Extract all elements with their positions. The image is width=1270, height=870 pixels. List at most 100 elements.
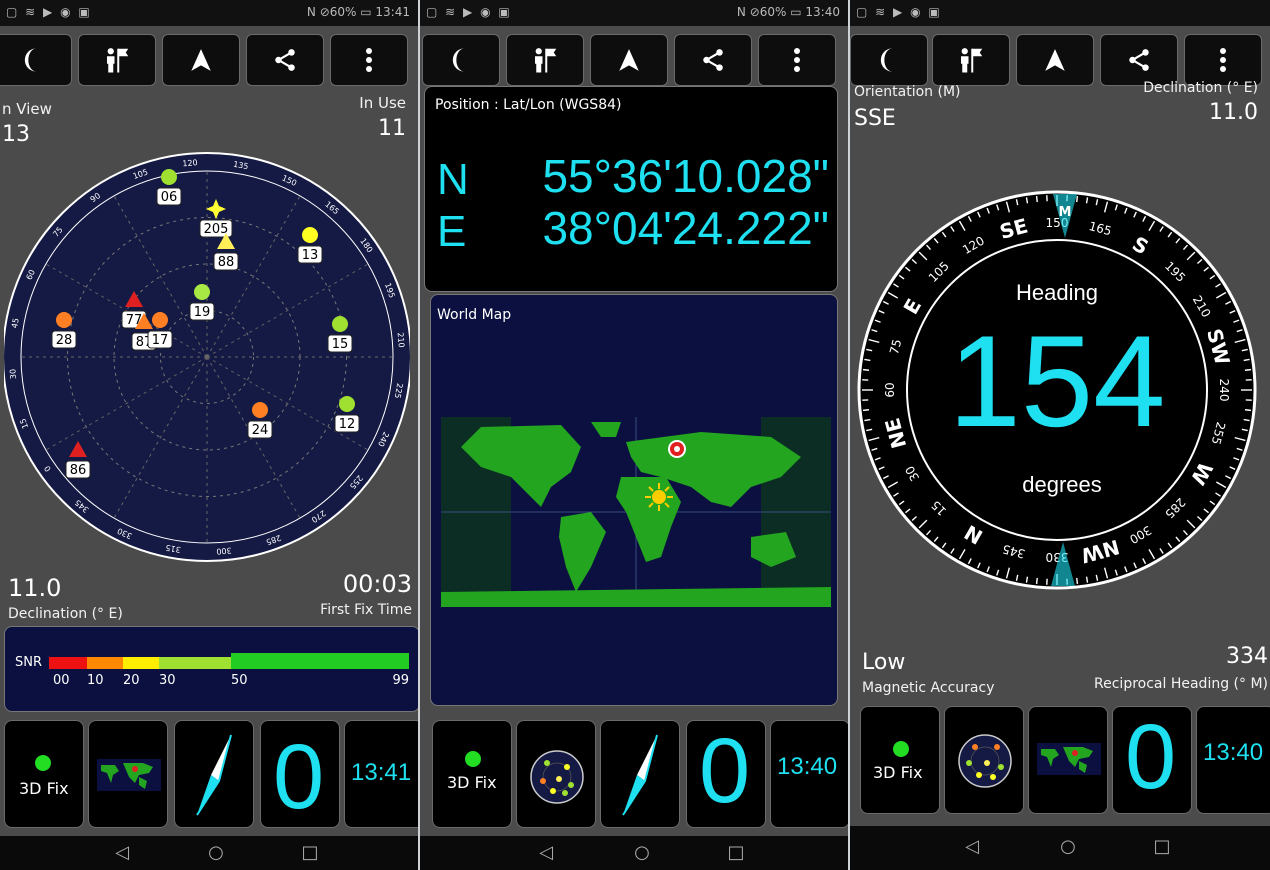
share-button[interactable] xyxy=(674,34,752,86)
compass-screen: ▢ ≋ ▶ ◉ ▣ Orientation (M) SSE Declinatio… xyxy=(850,0,1270,870)
tile-fix-status[interactable]: 3D Fix xyxy=(432,720,512,828)
reciprocal-heading-value: 334 xyxy=(1226,644,1268,669)
compass-dial[interactable]: 150 165S195210SW240255W285300NW330345N153… xyxy=(850,190,1270,590)
compass-needle-icon xyxy=(622,734,658,816)
navigation-arrow-icon xyxy=(191,49,211,71)
fix-status-label: 3D Fix xyxy=(19,779,69,798)
first-fix-label: First Fix Time xyxy=(320,602,412,618)
compass-tick xyxy=(862,409,870,412)
share-icon xyxy=(703,49,723,71)
tile-clock[interactable]: 13:40 xyxy=(770,720,848,828)
tile-world-map[interactable] xyxy=(88,720,168,828)
declination-label: Declination (° E) xyxy=(1143,80,1258,96)
more-vert-icon xyxy=(366,48,372,72)
satellite-marker xyxy=(56,312,72,328)
night-mode-button[interactable] xyxy=(850,34,928,86)
recents-icon[interactable]: □ xyxy=(298,842,322,864)
status-icons: ▢ ≋ ▶ ◉ ▣ xyxy=(856,5,942,19)
satellite-marker xyxy=(302,227,318,243)
tile-clock[interactable]: 13:41 xyxy=(344,720,418,828)
snr-ticks: 00 10 20 30 50 99 xyxy=(49,673,409,691)
more-options-button[interactable] xyxy=(330,34,408,86)
tile-fix-status[interactable]: 3D Fix xyxy=(860,706,940,814)
tile-speed[interactable]: 0 xyxy=(686,720,766,828)
tile-sky-view[interactable] xyxy=(516,720,596,828)
back-icon[interactable]: ◁ xyxy=(960,836,984,858)
tile-clock[interactable]: 13:40 xyxy=(1196,706,1270,814)
reciprocal-heading-label: Reciprocal Heading (° M) xyxy=(1094,676,1268,692)
waypoint-button[interactable] xyxy=(932,34,1010,86)
compass-needle-icon xyxy=(196,734,232,816)
compass-tick xyxy=(862,368,870,371)
snr-legend: SNR 00 10 20 30 50 99 xyxy=(4,626,418,712)
more-vert-icon xyxy=(1220,48,1226,72)
snr-tick: 10 xyxy=(87,673,104,688)
compass-tick xyxy=(1035,577,1038,585)
back-icon[interactable]: ◁ xyxy=(110,842,134,864)
in-use-label: In Use xyxy=(359,94,406,112)
sun-icon xyxy=(645,483,673,511)
toolbar xyxy=(0,34,418,88)
world-map-title: World Map xyxy=(437,307,512,323)
waypoint-button[interactable] xyxy=(78,34,156,86)
magnetic-accuracy-label: Magnetic Accuracy xyxy=(862,680,995,696)
sky-plot[interactable]: 1351501651801952102252402552702853003153… xyxy=(4,152,410,562)
more-options-button[interactable] xyxy=(758,34,836,86)
night-mode-button[interactable] xyxy=(422,34,500,86)
share-button[interactable] xyxy=(246,34,324,86)
navigate-button[interactable] xyxy=(1016,34,1094,86)
position-panel[interactable]: Position : Lat/Lon (WGS84) N 55°36'10.02… xyxy=(424,86,838,292)
declination-value: 11.0 xyxy=(8,574,62,602)
sky-plot-tick-label: 30 xyxy=(8,368,18,379)
clock-value: 13:40 xyxy=(777,753,838,780)
recents-icon[interactable]: □ xyxy=(724,842,748,864)
tile-compass[interactable] xyxy=(174,720,254,828)
satellite-marker xyxy=(252,402,268,418)
more-options-button[interactable] xyxy=(1184,34,1262,86)
snr-tick: 50 xyxy=(231,673,248,688)
recents-icon[interactable]: □ xyxy=(1150,836,1174,858)
night-mode-button[interactable] xyxy=(0,34,72,86)
tile-sky-view[interactable] xyxy=(944,706,1024,814)
status-bar: ▢ ≋ ▶ ◉ ▣ xyxy=(850,0,1270,26)
moon-icon xyxy=(24,48,37,72)
navigation-arrow-icon xyxy=(619,49,639,71)
navigate-button[interactable] xyxy=(162,34,240,86)
satellite-marker xyxy=(152,312,168,328)
mini-skyplot-icon xyxy=(958,734,1012,788)
navigation-arrow-icon xyxy=(1045,49,1065,71)
tile-speed[interactable]: 0 xyxy=(260,720,340,828)
home-icon[interactable]: ○ xyxy=(204,842,228,864)
status-icons: ▢ ≋ ▶ ◉ ▣ xyxy=(426,5,512,19)
snr-tick: 00 xyxy=(53,673,70,688)
sky-plot-tick-label: 120 xyxy=(182,158,198,168)
mini-map-icon xyxy=(97,759,161,791)
back-icon[interactable]: ◁ xyxy=(534,842,558,864)
world-map-panel[interactable]: World Map xyxy=(430,294,838,706)
navigate-button[interactable] xyxy=(590,34,668,86)
tile-speed[interactable]: 0 xyxy=(1112,706,1192,814)
share-button[interactable] xyxy=(1100,34,1178,86)
snr-gradient-bar xyxy=(49,653,409,669)
in-view-label: n View xyxy=(2,100,52,118)
person-flag-icon xyxy=(535,48,557,73)
tile-compass[interactable] xyxy=(600,720,680,828)
fix-status-dot xyxy=(465,751,481,767)
compass-tick xyxy=(1085,576,1089,583)
mini-skyplot-icon xyxy=(530,750,584,804)
waypoint-button[interactable] xyxy=(506,34,584,86)
orientation-value: SSE xyxy=(854,106,896,131)
home-icon[interactable]: ○ xyxy=(1056,836,1080,858)
tile-world-map[interactable] xyxy=(1028,706,1108,814)
compass-tick xyxy=(1243,358,1250,362)
orientation-label: Orientation (M) xyxy=(854,84,961,100)
heading-label: Heading xyxy=(1016,280,1098,305)
sky-view-screen: ▢ ≋ ▶ ◉ ▣ N ⊘60% ▭ 13:41 n View 13 In Us… xyxy=(0,0,418,870)
latitude-value: 55°36'10.028" xyxy=(542,150,829,202)
share-icon xyxy=(275,49,295,71)
moon-icon xyxy=(880,48,893,72)
fix-status-label: 3D Fix xyxy=(873,763,923,782)
tile-fix-status[interactable]: 3D Fix xyxy=(4,720,84,828)
sky-plot-tick-label: 45 xyxy=(10,317,21,329)
home-icon[interactable]: ○ xyxy=(630,842,654,864)
